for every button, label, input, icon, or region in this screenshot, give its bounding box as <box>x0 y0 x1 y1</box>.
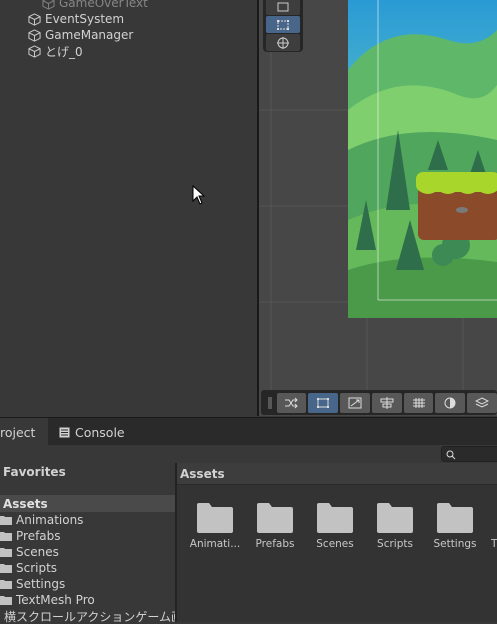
hierarchy-item-label: EventSystem <box>45 12 125 26</box>
cube-icon <box>28 44 41 58</box>
tree-item-scenes[interactable]: Scenes <box>0 544 59 560</box>
folder-icon <box>257 503 293 533</box>
tree-item-animations[interactable]: Animations <box>0 512 83 528</box>
favorites-header[interactable]: Favorites <box>3 465 66 479</box>
folder-icon <box>377 503 413 533</box>
grid-button[interactable] <box>403 392 434 413</box>
tree-item-settings[interactable]: Settings <box>0 576 65 592</box>
tree-item-assets[interactable]: Assets <box>0 495 175 512</box>
project-panel: Favorites Assets Animations Prefabs Scen… <box>0 445 497 624</box>
hierarchy-item-gameovertext[interactable]: GameOverText <box>42 0 148 11</box>
cube-icon <box>28 28 41 42</box>
asset-folder-label: T <box>491 538 497 550</box>
grid-snap-button[interactable] <box>276 392 307 413</box>
search-input[interactable] <box>441 446 497 462</box>
folder-icon <box>0 548 12 557</box>
lighting-button[interactable] <box>435 392 466 413</box>
folder-icon <box>0 564 12 573</box>
scene-tools-overlay <box>263 0 303 52</box>
folder-icon <box>0 516 12 525</box>
asset-folder-scenes[interactable]: Scenes <box>307 503 363 550</box>
tab-console-label: Console <box>75 424 125 440</box>
hierarchy-item-label: とげ_0 <box>45 44 83 59</box>
asset-grid-panel: Assets Animati... Prefabs Scenes Scripts… <box>177 463 497 622</box>
rect-transform-icon <box>277 19 289 30</box>
folder-icon <box>317 503 353 533</box>
tree-item-label: TextMesh Pro <box>16 593 95 607</box>
asset-folder-animations[interactable]: Animati... <box>187 503 243 550</box>
asset-folder-partial[interactable]: T <box>487 503 497 550</box>
folder-icon <box>0 532 12 541</box>
tree-item-prefabs[interactable]: Prefabs <box>0 528 61 544</box>
scene-snap-toolbar <box>261 390 497 415</box>
folder-icon <box>197 503 233 533</box>
rect-transform-button[interactable] <box>266 16 300 33</box>
project-folder-tree: Favorites Assets Animations Prefabs Scen… <box>0 463 175 624</box>
tab-project-label: roject <box>0 424 36 440</box>
breadcrumb[interactable]: Assets <box>177 463 497 485</box>
rect-tool-icon <box>277 2 289 11</box>
tree-item-label: Scripts <box>16 561 58 575</box>
moon-icon <box>444 397 456 408</box>
tree-item-label: Settings <box>16 577 66 591</box>
layers-icon <box>475 396 490 408</box>
scale-snap-button[interactable] <box>340 392 370 413</box>
asset-folder-label: Animati... <box>189 538 241 550</box>
drag-handle-icon[interactable] <box>265 393 275 413</box>
tree-item-textmesh-pro[interactable]: TextMesh Pro <box>0 592 95 608</box>
cube-icon <box>28 12 41 26</box>
asset-folder-label: Scripts <box>377 538 413 550</box>
project-tab-bar: roject Console <box>0 417 497 446</box>
transform-tool-button[interactable] <box>266 34 300 51</box>
hierarchy-item-eventsystem[interactable]: EventSystem <box>28 11 124 27</box>
asset-folder-settings[interactable]: Settings <box>427 503 483 550</box>
align-button[interactable] <box>371 392 402 413</box>
asset-folder-label: Settings <box>433 538 477 550</box>
cube-icon <box>42 0 55 10</box>
tree-item-label: Animations <box>16 513 84 527</box>
tab-project[interactable]: roject <box>0 418 48 446</box>
hierarchy-item-toge[interactable]: とげ_0 <box>28 43 83 59</box>
align-icon <box>380 396 394 409</box>
layers-button[interactable] <box>467 392 497 413</box>
folder-icon <box>437 503 473 533</box>
hierarchy-item-label: GameManager <box>45 28 134 42</box>
game-background-image <box>348 0 497 318</box>
scene-view[interactable] <box>259 0 497 416</box>
rect-icon <box>317 397 330 408</box>
asset-folder-label: Scenes <box>316 538 354 550</box>
scale-icon <box>348 397 362 408</box>
asset-folder-label: Prefabs <box>255 538 295 550</box>
transform-icon <box>277 36 289 49</box>
hierarchy-panel: GameOverText EventSystem GameManager とげ_… <box>0 0 258 416</box>
console-icon <box>59 427 70 437</box>
grid-snap-icon <box>285 397 299 408</box>
rect-tool-button[interactable] <box>266 0 300 15</box>
tab-console[interactable]: Console <box>59 418 125 446</box>
asset-folder-scripts[interactable]: Scripts <box>367 503 423 550</box>
asset-folder-prefabs[interactable]: Prefabs <box>247 503 303 550</box>
grid-icon <box>412 397 425 408</box>
mouse-cursor-icon <box>192 185 206 205</box>
hierarchy-item-gamemanager[interactable]: GameManager <box>28 27 133 43</box>
tree-item-label: Prefabs <box>16 529 61 543</box>
hierarchy-item-label: GameOverText <box>59 0 148 10</box>
folder-icon <box>0 580 12 589</box>
folder-icon <box>0 596 12 605</box>
search-icon <box>446 450 456 460</box>
rect-snap-button[interactable] <box>308 392 339 413</box>
tree-item-label: Scenes <box>16 545 59 559</box>
tree-item-scripts[interactable]: Scripts <box>0 560 57 576</box>
